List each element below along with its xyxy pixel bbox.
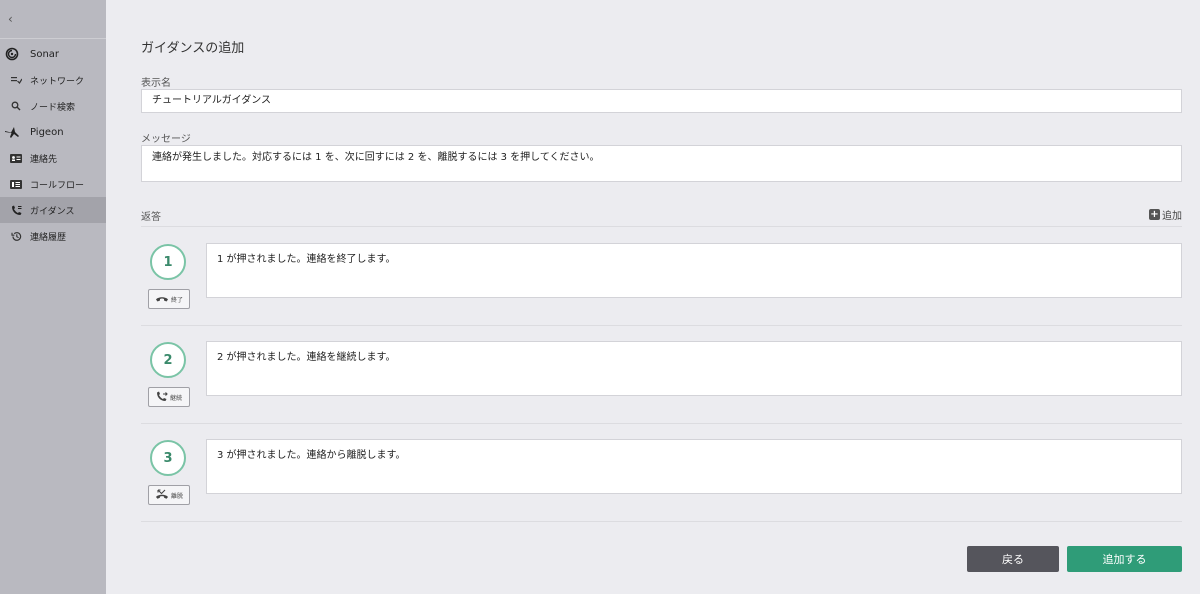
message-textarea[interactable]: 連絡が発生しました。対応するには 1 を、次に回すには 2 を、離脱するには 3… [141, 145, 1182, 182]
sidebar-item-sonar[interactable]: Sonar [0, 41, 106, 67]
display-name-input[interactable]: チュートリアルガイダンス [141, 89, 1182, 113]
response-text-input[interactable]: 2 が押されました。連絡を継続します。 [206, 341, 1182, 396]
response-text-input[interactable]: 3 が押されました。連絡から離脱します。 [206, 439, 1182, 494]
network-icon [10, 74, 22, 86]
sidebar-item-callflow[interactable]: コールフロー [0, 171, 106, 197]
contact-card-icon [10, 152, 22, 164]
main-content: ガイダンスの追加 表示名 チュートリアルガイダンス メッセージ 連絡が発生しまし… [106, 0, 1200, 594]
page-title: ガイダンスの追加 [141, 41, 245, 56]
response-number-badge: 3 [150, 440, 186, 476]
response-number-badge: 1 [150, 244, 186, 280]
sidebar-item-network[interactable]: ネットワーク [0, 67, 106, 93]
chevron-left-icon: ‹ [8, 12, 13, 26]
responses-header: 返答 + 追加 [141, 207, 1182, 227]
response-text-input[interactable]: 1 が押されました。連絡を終了します。 [206, 243, 1182, 298]
phone-guidance-icon [10, 204, 22, 216]
add-response-button[interactable]: + 追加 [1149, 207, 1182, 222]
back-button[interactable]: 戻る [967, 546, 1059, 572]
display-name-label: 表示名 [141, 78, 171, 89]
forward-call-icon [156, 391, 168, 404]
sidebar-nav: Sonar ネットワーク ノード検索 Pigeon 連絡先 コールフロー ガイダ… [0, 39, 106, 249]
pigeon-icon [4, 124, 20, 140]
sidebar: ‹ Sonar ネットワーク ノード検索 Pigeon 連絡先 コールフロー ガ… [0, 0, 106, 594]
response-number-badge: 2 [150, 342, 186, 378]
response-action-end-button[interactable]: 終了 [148, 289, 190, 309]
sidebar-item-contacts[interactable]: 連絡先 [0, 145, 106, 171]
responses-label: 返答 [141, 212, 161, 223]
plus-icon: + [1149, 209, 1160, 220]
message-label: メッセージ [141, 134, 191, 145]
collapse-sidebar-button[interactable]: ‹ [0, 0, 106, 39]
response-row-2: 2 継続 2 が押されました。連絡を継続します。 [141, 326, 1182, 424]
response-action-leave-button[interactable]: 離脱 [148, 485, 190, 505]
response-action-continue-button[interactable]: 継続 [148, 387, 190, 407]
response-row-3: 3 離脱 3 が押されました。連絡から離脱します。 [141, 424, 1182, 522]
response-row-1: 1 終了 1 が押されました。連絡を終了します。 [141, 228, 1182, 326]
submit-add-button[interactable]: 追加する [1067, 546, 1182, 572]
history-icon [10, 230, 22, 242]
sidebar-item-guidance[interactable]: ガイダンス [0, 197, 106, 223]
missed-call-icon [155, 489, 169, 501]
search-icon [10, 100, 22, 112]
sonar-icon [4, 46, 20, 62]
sidebar-item-node-search[interactable]: ノード検索 [0, 93, 106, 119]
sidebar-item-pigeon[interactable]: Pigeon [0, 119, 106, 145]
sidebar-item-history[interactable]: 連絡履歴 [0, 223, 106, 249]
hangup-icon [155, 295, 169, 304]
callflow-icon [10, 178, 22, 190]
